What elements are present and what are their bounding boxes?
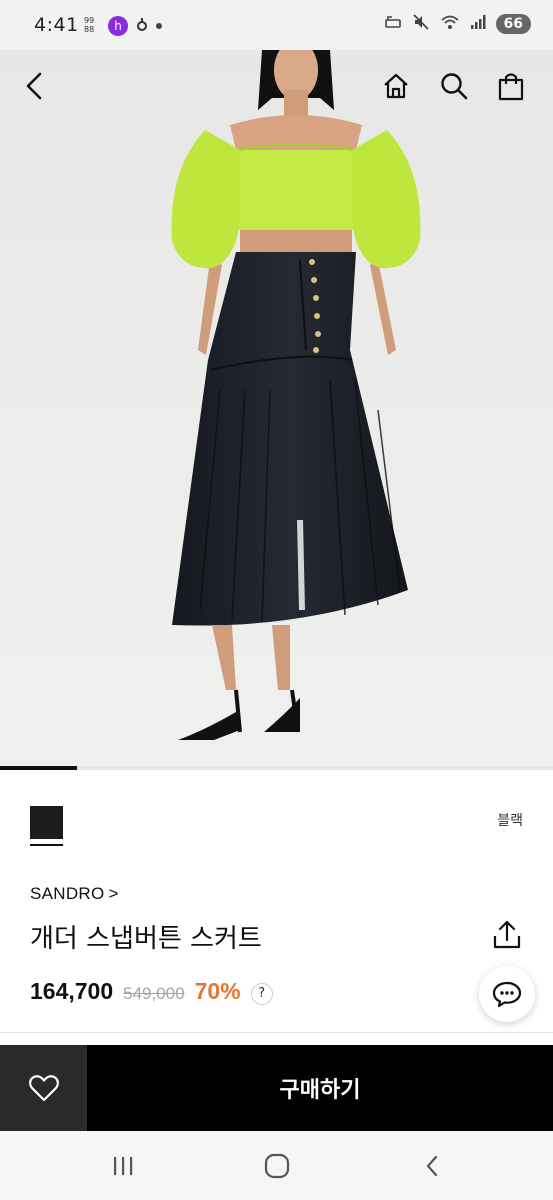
discount-rate: 70%: [194, 978, 241, 1004]
status-left-icons: 99 88 h: [84, 15, 162, 36]
system-back-button[interactable]: [412, 1149, 452, 1183]
chevron-right-icon: >: [108, 884, 119, 903]
cart-button[interactable]: [491, 66, 531, 106]
home-circle-icon: [264, 1153, 290, 1179]
wifi-icon: [440, 14, 460, 34]
heart-icon: [28, 1075, 59, 1102]
buy-button[interactable]: 구매하기: [87, 1045, 553, 1131]
chat-button[interactable]: [479, 966, 535, 1022]
product-title: 개더 스냅버튼 스커트: [30, 924, 262, 954]
product-info: 블랙 SANDRO > 개더 스냅버튼 스커트 164,700 549,000 7…: [0, 770, 553, 1042]
color-swatch-selected[interactable]: [30, 806, 63, 839]
rotation-icon: [384, 14, 402, 34]
chevron-left-icon: [26, 72, 42, 100]
chat-icon: [492, 981, 522, 1008]
recents-icon: [114, 1157, 133, 1175]
price-help-button[interactable]: ?: [250, 982, 273, 1005]
original-price: 549,000: [123, 984, 185, 1003]
home-icon: [384, 73, 408, 99]
app-badge-icon: h: [108, 15, 128, 36]
brand-link[interactable]: SANDRO >: [30, 884, 119, 904]
app-small-icon: [136, 16, 148, 35]
dot-icon: [156, 19, 162, 32]
svg-text:99: 99: [84, 16, 94, 25]
back-chevron-icon: [426, 1155, 438, 1177]
swatch-selected-indicator: [30, 844, 63, 846]
back-button[interactable]: [14, 66, 54, 106]
system-navigation-bar: [0, 1131, 553, 1200]
system-home-button[interactable]: [257, 1149, 297, 1183]
wishlist-button[interactable]: [0, 1045, 87, 1131]
product-image-gallery[interactable]: [0, 50, 553, 770]
color-name: 블랙: [497, 813, 523, 829]
status-time: 4:41: [34, 14, 79, 36]
svg-text:88: 88: [84, 25, 94, 33]
share-button[interactable]: [490, 918, 524, 952]
brand-name: SANDRO: [30, 884, 105, 903]
recents-button[interactable]: [103, 1149, 143, 1183]
sale-price: 164,700: [30, 978, 114, 1004]
share-icon: [493, 920, 521, 949]
status-right-icons: 66: [384, 13, 531, 35]
mute-icon: [412, 13, 430, 35]
search-icon: [441, 73, 468, 100]
section-divider: [0, 1032, 553, 1033]
search-button[interactable]: [434, 66, 474, 106]
product-photo: [0, 50, 553, 770]
purchase-bar: 구매하기: [0, 1045, 553, 1131]
shopping-bag-icon: [498, 73, 524, 101]
price-row: 164,700 549,000 70% ?: [30, 978, 273, 1007]
signal-icon: [470, 14, 486, 34]
battery-indicator: 66: [495, 14, 531, 34]
home-button[interactable]: [376, 66, 416, 106]
app-notification-icon: 99 88: [84, 15, 100, 36]
status-bar: 4:41 99 88 h 66: [0, 0, 553, 50]
